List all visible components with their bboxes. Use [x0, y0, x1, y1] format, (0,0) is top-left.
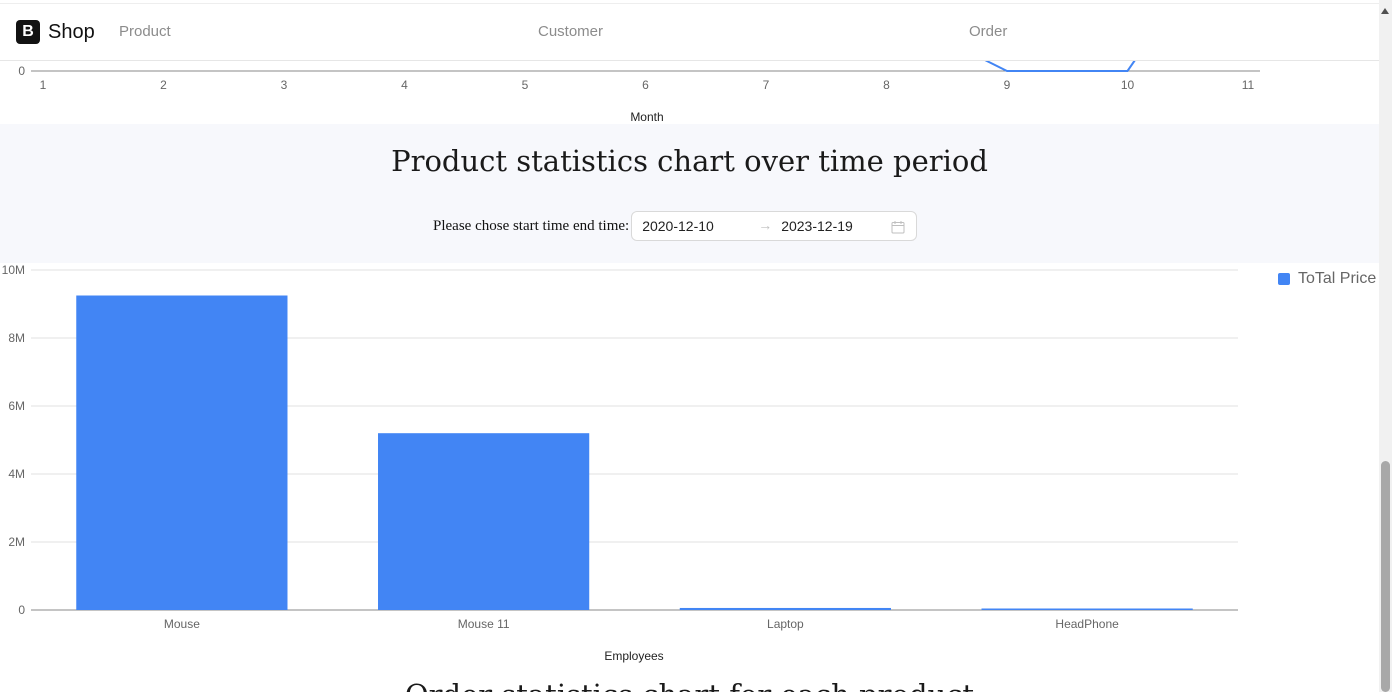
- start-date-input[interactable]: [642, 216, 743, 236]
- nav-link-order[interactable]: Order: [969, 23, 1007, 40]
- bar: [679, 607, 891, 610]
- y-tick-label: 10M: [2, 263, 25, 277]
- line-chart-x-tick: 11: [1242, 78, 1255, 92]
- x-tick-label: Mouse: [164, 617, 200, 631]
- y-tick-label: 0: [18, 603, 25, 617]
- line-chart-x-tick: 6: [642, 78, 649, 92]
- line-chart-x-label: Month: [630, 110, 663, 124]
- y-tick-label: 4M: [8, 467, 25, 481]
- navbar: B Shop Product Customer Order: [0, 3, 1379, 61]
- nav-link-product[interactable]: Product: [119, 23, 171, 40]
- order-stats-title: Order statistics chart for each product: [0, 678, 1379, 692]
- brand[interactable]: B Shop: [16, 20, 95, 44]
- chart-legend[interactable]: ToTal Price: [1278, 270, 1376, 288]
- x-tick-label: HeadPhone: [1055, 617, 1119, 631]
- line-chart-x-tick: 4: [401, 78, 408, 92]
- line-chart-x-tick: 5: [522, 78, 529, 92]
- brand-name: Shop: [48, 20, 95, 43]
- main-content: 0 1 2 3 4 5 6 7 8 9 10 11 Month B Shop Product Custo…: [0, 0, 1379, 692]
- legend-label: ToTal Price: [1298, 270, 1377, 287]
- line-chart-x-tick: 1: [40, 78, 47, 92]
- line-chart-x-tick: 10: [1121, 78, 1135, 92]
- x-tick-label: Mouse 11: [458, 617, 510, 631]
- nav-link-customer[interactable]: Customer: [538, 23, 603, 40]
- product-total-price-bar-chart: 0 2M 4M 6M 8M 10M Mouse Mouse 11 Laptop HeadPhone…: [2, 263, 1238, 663]
- line-chart-x-tick: 9: [1004, 78, 1011, 92]
- calendar-icon[interactable]: [891, 220, 905, 234]
- range-arrow-icon: →: [758, 217, 773, 233]
- bar: [378, 433, 590, 610]
- date-range-row: Please chose start time end time: →: [433, 211, 918, 241]
- scroll-up-arrow-icon[interactable]: [1381, 8, 1389, 14]
- page-scrollbar[interactable]: [1379, 0, 1392, 692]
- bar: [981, 608, 1193, 610]
- line-chart-x-tick: 3: [281, 78, 288, 92]
- x-axis-label: Employees: [604, 649, 663, 663]
- scrollbar-thumb[interactable]: [1381, 461, 1390, 692]
- x-tick-label: Laptop: [767, 617, 804, 631]
- line-chart-x-tick: 8: [883, 78, 890, 92]
- line-chart-x-tick: 2: [160, 78, 167, 92]
- y-tick-label: 2M: [8, 535, 25, 549]
- bar: [76, 295, 288, 610]
- end-date-input[interactable]: [781, 216, 882, 236]
- date-range-picker[interactable]: →: [631, 211, 918, 241]
- page: 0 1 2 3 4 5 6 7 8 9 10 11 Month B Shop Product Custo…: [0, 0, 1392, 692]
- date-range-label: Please chose start time end time:: [433, 217, 630, 234]
- y-tick-label: 6M: [8, 399, 25, 413]
- brand-logo-icon: B: [16, 20, 40, 44]
- line-chart-y-tick: 0: [18, 64, 25, 78]
- product-stats-section: Product statistics chart over time perio…: [0, 124, 1379, 263]
- product-stats-title: Product statistics chart over time perio…: [391, 144, 988, 178]
- legend-swatch: [1278, 273, 1290, 285]
- line-chart-x-tick: 7: [763, 78, 770, 92]
- y-tick-label: 8M: [8, 331, 25, 345]
